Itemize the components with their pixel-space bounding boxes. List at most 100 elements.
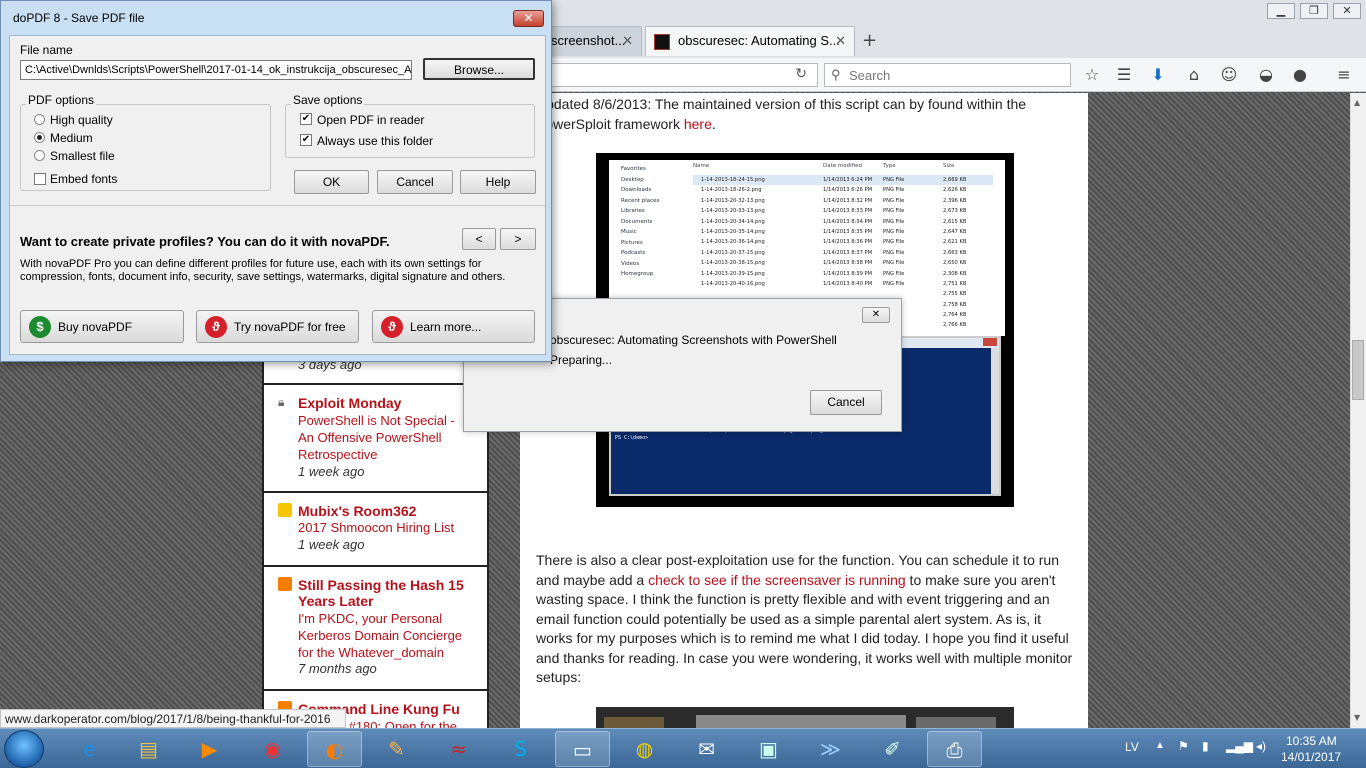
tab-obscuresec[interactable]: obscuresec: Automating S... ✕ xyxy=(645,26,855,56)
tab-screenshot[interactable]: screenshot... ✕ xyxy=(540,26,642,56)
reading-list-icon[interactable]: ☰ xyxy=(1114,65,1134,85)
language-indicator[interactable]: LV xyxy=(1125,740,1139,754)
clock-date[interactable]: 14/01/2017 xyxy=(1281,750,1341,764)
reload-icon[interactable]: ↻ xyxy=(795,66,807,82)
start-button[interactable] xyxy=(4,730,44,768)
flag-icon[interactable]: ⚑ xyxy=(1178,739,1189,753)
chrome-icon[interactable]: ◉ xyxy=(245,731,300,767)
post-time: 1 week ago xyxy=(298,464,365,479)
bookmark-star-icon[interactable]: ☆ xyxy=(1082,65,1102,85)
cmd-icon[interactable]: ▭ xyxy=(555,731,610,767)
maximize-button[interactable]: ❐ xyxy=(1300,3,1328,19)
notepad-icon[interactable]: ✐ xyxy=(865,731,920,767)
search-input[interactable]: ⚲ Search xyxy=(824,63,1071,87)
file-name-input[interactable]: C:\Active\Dwnlds\Scripts\PowerShell\2017… xyxy=(20,60,412,80)
explorer-cell: 2,308 KB xyxy=(943,270,967,277)
embed-fonts-checkbox[interactable] xyxy=(34,173,46,185)
outlook-icon[interactable]: ✉ xyxy=(679,731,734,767)
explorer-cell: 1-14-2013-18-26-2.png xyxy=(701,187,762,194)
close-button[interactable]: ✕ xyxy=(513,10,544,27)
paint-icon[interactable]: ✎ xyxy=(369,731,424,767)
minimize-button[interactable]: ▁ xyxy=(1267,3,1295,19)
smallest-file-label[interactable]: Smallest file xyxy=(50,149,115,163)
post-title[interactable]: 2017 Shmoocon Hiring List xyxy=(298,519,478,536)
here-link[interactable]: here xyxy=(684,116,712,132)
powershell-scrollbar xyxy=(991,348,999,494)
buy-novapdf-button[interactable]: $ Buy novaPDF xyxy=(20,310,184,343)
extension-icon[interactable]: ● xyxy=(1290,65,1310,85)
explorer-cell: PNG File xyxy=(883,197,905,204)
close-tab-icon[interactable]: ✕ xyxy=(835,33,846,49)
screensaver-link[interactable]: check to see if the screensaver is runni… xyxy=(648,572,906,588)
app-icon-2[interactable]: ◍ xyxy=(617,731,672,767)
new-tab-button[interactable]: + xyxy=(862,30,877,51)
explorer-cell: 1-14-2013-20-34-14.png xyxy=(701,218,765,225)
medium-label[interactable]: Medium xyxy=(50,131,93,145)
explorer-cell: 1/14/2013 6:26 PM xyxy=(823,187,873,194)
battery-icon[interactable]: ▮ xyxy=(1202,739,1209,753)
post-source[interactable]: Mubix's Room362 xyxy=(298,503,416,519)
explorer-cell: 1/14/2013 8:32 PM xyxy=(823,197,873,204)
menu-icon[interactable]: ≡ xyxy=(1334,65,1354,85)
always-folder-checkbox[interactable]: ✔ xyxy=(300,134,312,146)
internet-explorer-icon[interactable]: e xyxy=(62,731,117,767)
close-window-button[interactable]: ✕ xyxy=(1333,3,1361,19)
close-tab-icon[interactable]: ✕ xyxy=(622,33,633,49)
ok-button[interactable]: OK xyxy=(294,170,369,194)
browse-button[interactable]: Browse... xyxy=(423,58,535,80)
smallest-file-radio[interactable] xyxy=(34,150,45,161)
volume-icon[interactable]: ◂) xyxy=(1256,739,1266,753)
home-icon[interactable]: ⌂ xyxy=(1184,65,1204,85)
help-button[interactable]: Help xyxy=(460,170,536,194)
app-icon[interactable]: ≈ xyxy=(431,731,486,767)
explorer-cell: 1-14-2013-20-37-15.png xyxy=(701,249,765,256)
taskbar: e ▤ ▶ ◉ ◐ ✎ ≈ S ▭ ◍ ✉ ▣ ≫ ✐ ⎙ LV ▲ ⚑ ▮ ▂… xyxy=(0,728,1366,768)
learn-more-button[interactable]: ϑ Learn more... xyxy=(372,310,535,343)
powershell-icon[interactable]: ≫ xyxy=(803,731,858,767)
prev-button[interactable]: < xyxy=(462,228,496,250)
explorer-row: 1-14-2013-20-33-13.png 1/14/2013 8:33 PM P… xyxy=(693,206,993,216)
tray-expand-icon[interactable]: ▲ xyxy=(1155,740,1165,751)
skype-icon[interactable]: S xyxy=(493,731,548,767)
file-explorer-icon[interactable]: ▤ xyxy=(121,731,176,767)
dialog-title: doPDF 8 - Save PDF file xyxy=(13,11,145,25)
explorer-cell: PNG File xyxy=(883,218,905,225)
explorer-row: 1-14-2013-20-37-15.png 1/14/2013 8:37 PM P… xyxy=(693,248,993,258)
open-pdf-checkbox[interactable]: ✔ xyxy=(300,113,312,125)
powershell-prompt: PS C:\demo> xyxy=(615,435,649,441)
search-placeholder: Search xyxy=(849,68,891,83)
post-source[interactable]: Exploit Monday xyxy=(298,395,401,411)
next-button[interactable]: > xyxy=(500,228,536,250)
high-quality-radio[interactable] xyxy=(34,114,45,125)
always-folder-label[interactable]: Always use this folder xyxy=(317,134,433,148)
try-novapdf-button[interactable]: ϑ Try novaPDF for free xyxy=(196,310,359,343)
open-pdf-label[interactable]: Open PDF in reader xyxy=(317,113,424,127)
explorer-nav-item: Pictures xyxy=(621,239,643,246)
dopdf-icon[interactable]: ⎙ xyxy=(927,731,982,767)
scrollbar-thumb[interactable] xyxy=(1352,340,1364,400)
cancel-button[interactable]: Cancel xyxy=(377,170,453,194)
high-quality-label[interactable]: High quality xyxy=(50,113,113,127)
explorer-cell: 1/14/2013 8:35 PM xyxy=(823,228,873,235)
medium-radio[interactable] xyxy=(34,132,45,143)
chat-icon[interactable]: ☺ xyxy=(1219,65,1239,85)
explorer-cell: PNG File xyxy=(883,249,905,256)
firefox-icon[interactable]: ◐ xyxy=(307,731,362,767)
url-input[interactable]: ↻ xyxy=(540,63,818,87)
close-button[interactable]: ✕ xyxy=(862,307,890,323)
network-icon[interactable]: ▂▄▆ xyxy=(1226,739,1253,753)
media-player-icon[interactable]: ▶ xyxy=(182,731,237,767)
downloads-icon[interactable]: ⬇ xyxy=(1148,65,1168,85)
list-item: Still Passing the Hash 15 Years Later I'… xyxy=(264,567,487,691)
post-title[interactable]: I'm PKDC, your Personal Kerberos Domain … xyxy=(298,610,473,661)
pocket-icon[interactable]: ◒ xyxy=(1256,65,1276,85)
cancel-button[interactable]: Cancel xyxy=(810,390,882,415)
embed-fonts-label[interactable]: Embed fonts xyxy=(50,172,117,186)
page-scrollbar[interactable]: ▲ ▼ xyxy=(1350,93,1366,728)
clock-time[interactable]: 10:35 AM xyxy=(1286,734,1337,748)
photos-icon[interactable]: ▣ xyxy=(741,731,796,767)
post-title[interactable]: PowerShell is Not Special - An Offensive… xyxy=(298,412,468,463)
explorer-cell: 2,650 KB xyxy=(943,260,967,267)
post-source[interactable]: Still Passing the Hash 15 Years Later xyxy=(298,577,468,609)
dialog-body: File name C:\Active\Dwnlds\Scripts\Power… xyxy=(9,35,546,355)
